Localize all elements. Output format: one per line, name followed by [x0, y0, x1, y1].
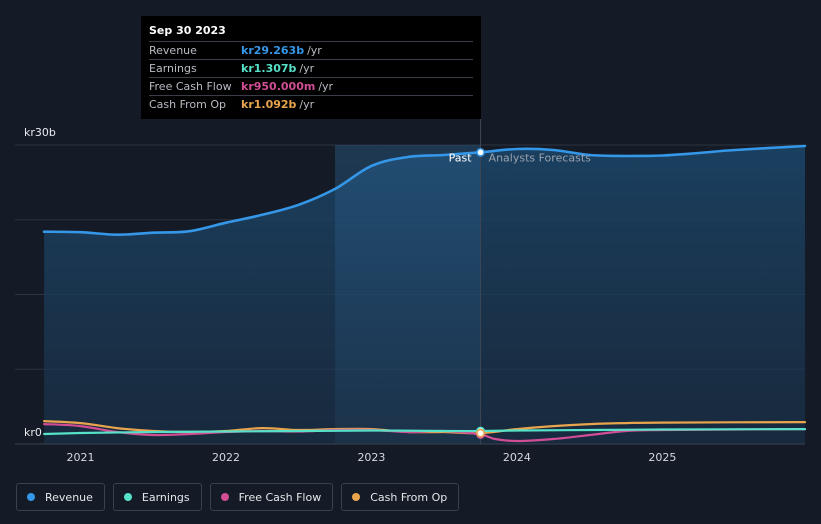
tooltip-value: kr1.092b	[241, 98, 297, 111]
marker-revenue	[476, 147, 485, 157]
forecast-label: Analysts Forecasts	[489, 151, 592, 164]
tooltip-label: Cash From Op	[149, 98, 227, 111]
tooltip-value: kr1.307b	[241, 62, 297, 75]
legend-item-free-cash-flow[interactable]: Free Cash Flow	[209, 483, 334, 511]
tooltip-unit: /yr	[307, 44, 322, 57]
tooltip-label: Earnings	[149, 62, 197, 75]
tooltip-date: Sep 30 2023	[149, 24, 226, 37]
x-tick-label: 2024	[503, 451, 531, 464]
legend-dot-icon	[352, 493, 361, 501]
tooltip-unit: /yr	[299, 98, 315, 111]
legend-label: Cash From Op	[370, 490, 448, 504]
legend-dot-icon	[123, 493, 132, 501]
past-label: Past	[449, 151, 473, 164]
tooltip-value: kr29.263b	[241, 44, 305, 57]
tooltip-unit: /yr	[299, 62, 315, 75]
tooltip-label: Revenue	[149, 44, 197, 57]
legend-item-revenue[interactable]: Revenue	[16, 483, 105, 511]
legend-dot-icon	[27, 493, 35, 501]
past-highlight-band	[335, 145, 481, 444]
marker-cash-from-op	[476, 428, 485, 438]
x-tick-label: 2022	[212, 451, 240, 464]
legend-item-earnings[interactable]: Earnings	[112, 483, 202, 511]
x-tick-label: 2025	[648, 451, 676, 464]
tooltip-row-revenue: Revenue kr29.263b /yr	[149, 41, 473, 59]
y-axis-top-label: kr30b	[24, 126, 56, 139]
data-tooltip: Sep 30 2023 Revenue kr29.263b /yr Earnin…	[141, 16, 481, 119]
x-tick-label: 2021	[66, 451, 94, 464]
legend-dot-icon	[220, 493, 229, 501]
legend-label: Revenue	[45, 490, 93, 504]
legend-label: Earnings	[141, 490, 190, 504]
tooltip-row-free-cash-flow: Free Cash Flow kr950.000m /yr	[149, 77, 473, 95]
tooltip-label: Free Cash Flow	[149, 80, 232, 93]
chart-legend: Revenue Earnings Free Cash Flow Cash Fro…	[16, 483, 460, 511]
tooltip-row-cash-from-op: Cash From Op kr1.092b /yr	[149, 95, 473, 113]
legend-label: Free Cash Flow	[238, 490, 322, 504]
tooltip-unit: /yr	[318, 80, 334, 93]
x-tick-label: 2023	[357, 451, 385, 464]
tooltip-value: kr950.000m	[241, 80, 316, 93]
y-axis-bottom-label: kr0	[24, 426, 42, 439]
tooltip-row-earnings: Earnings kr1.307b /yr	[149, 59, 473, 77]
legend-item-cash-from-op[interactable]: Cash From Op	[341, 483, 460, 511]
